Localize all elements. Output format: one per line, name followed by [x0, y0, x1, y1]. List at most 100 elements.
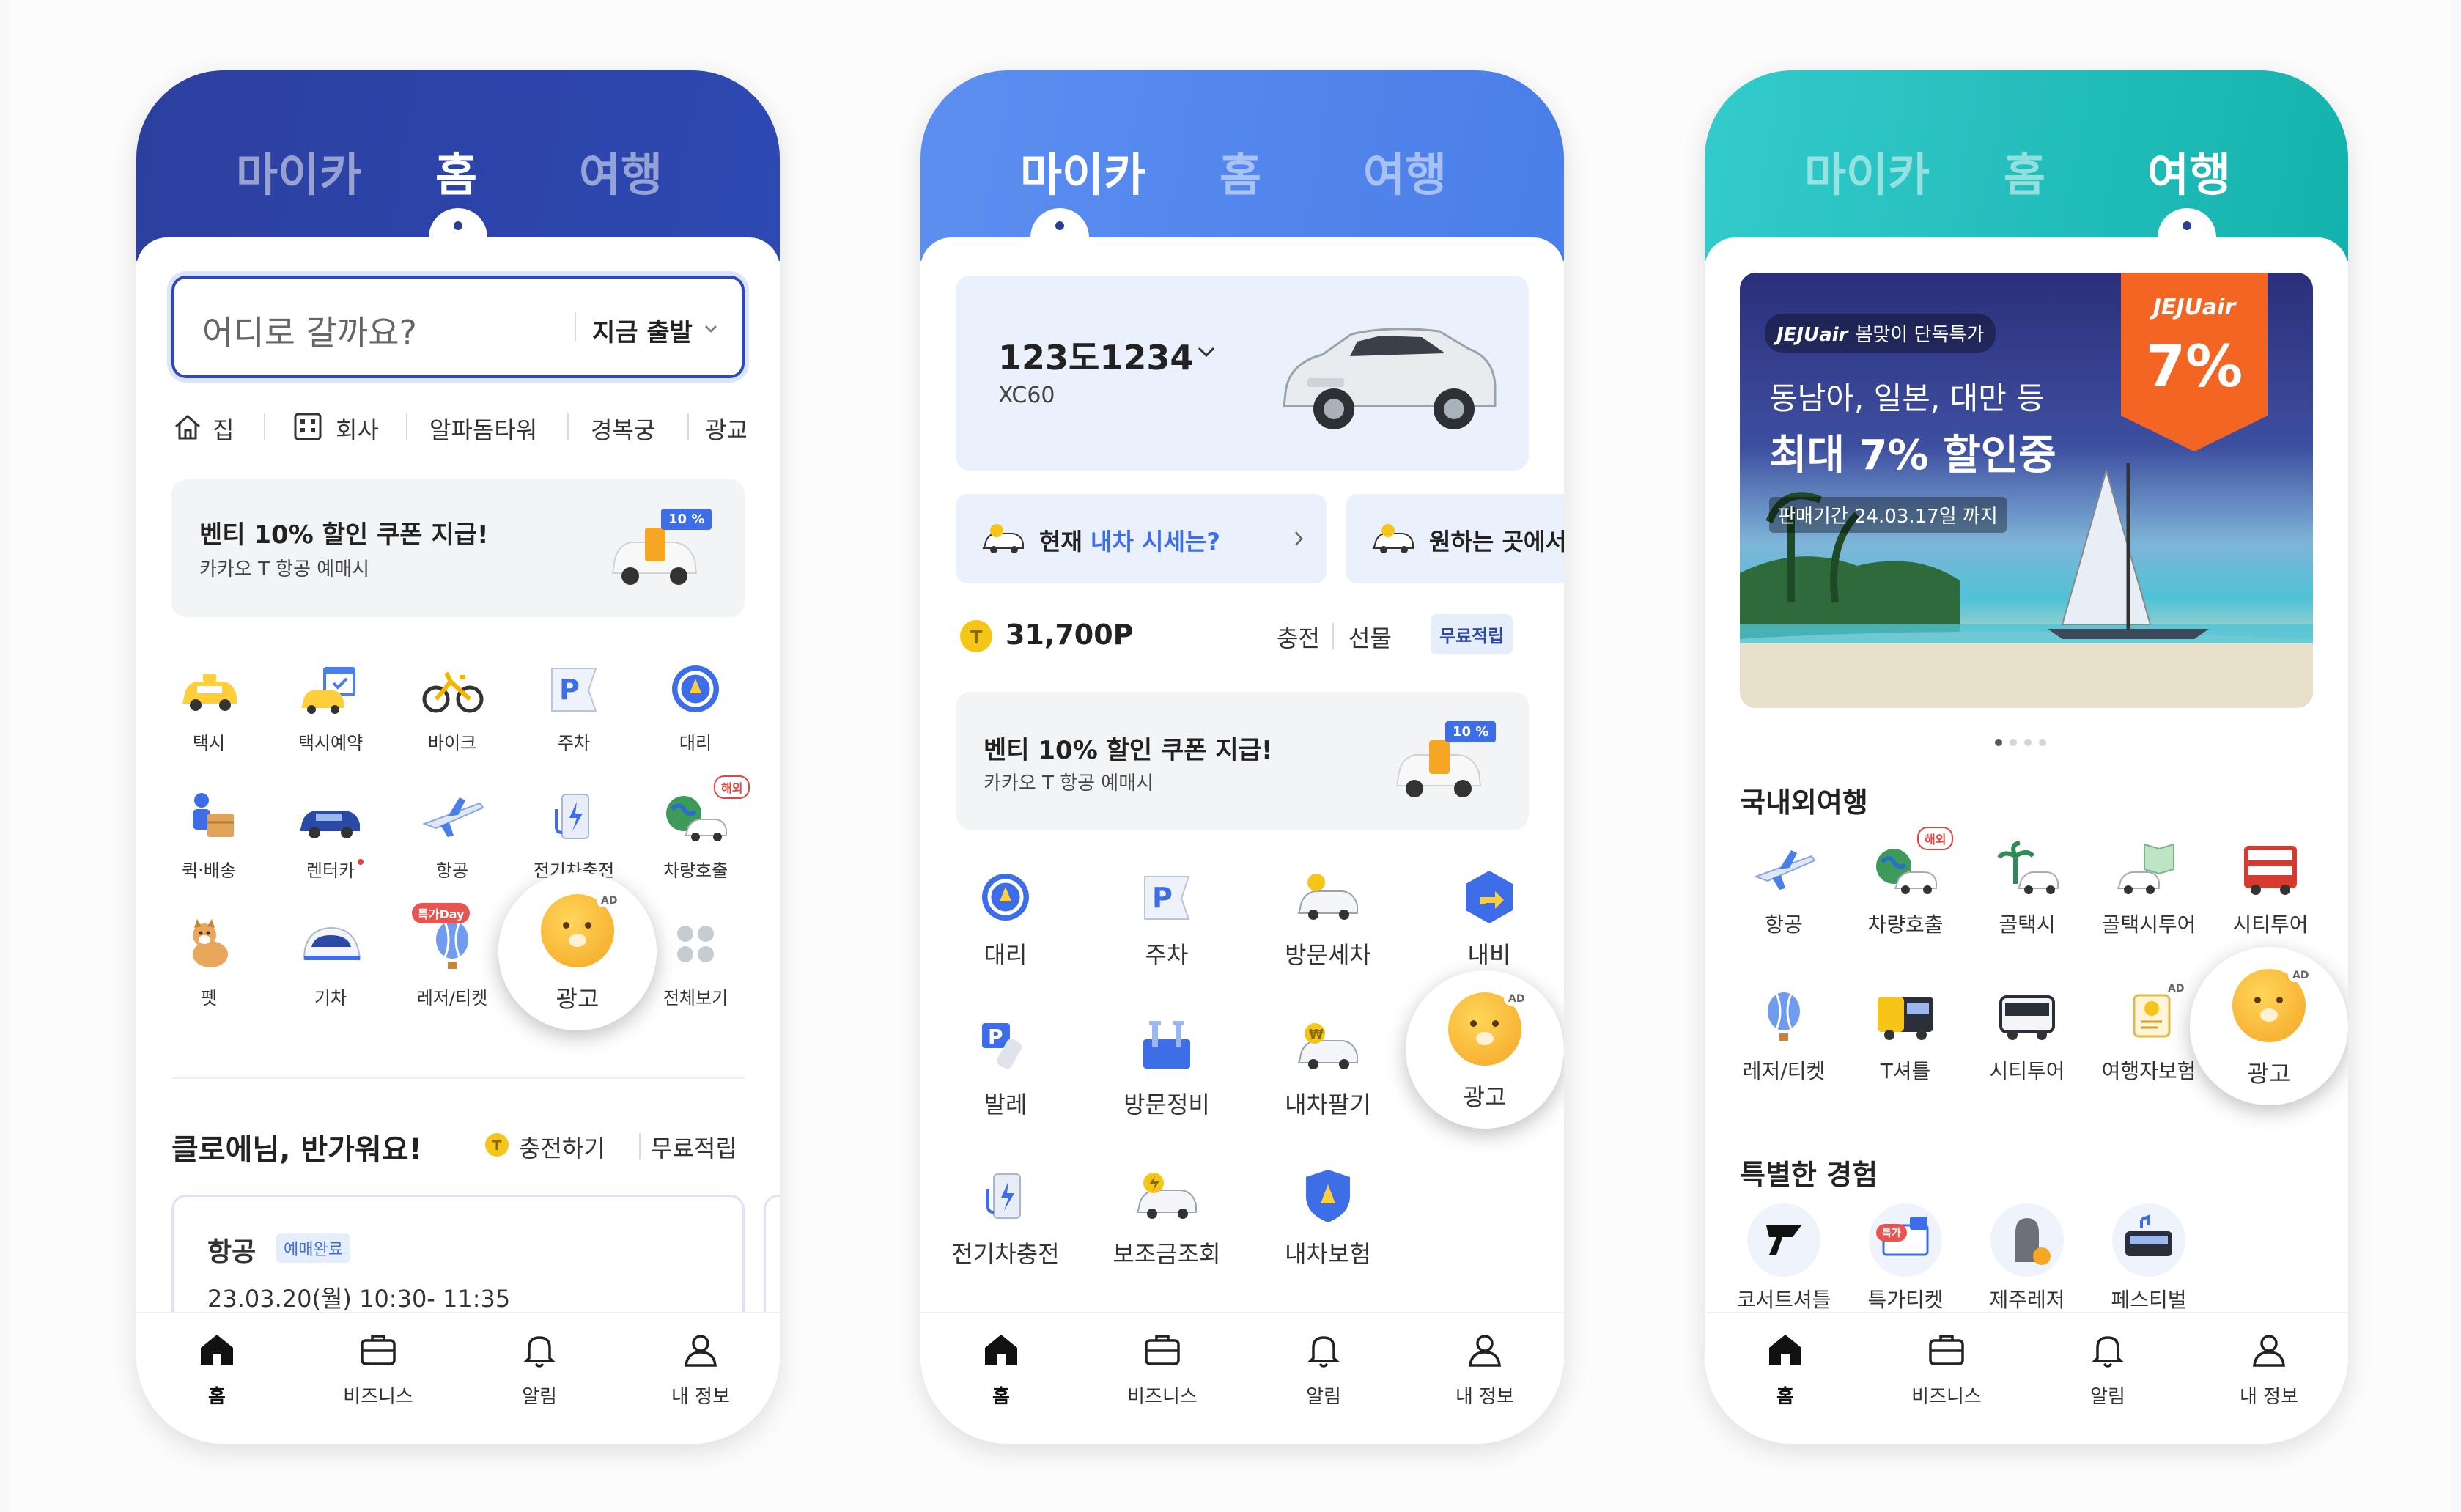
service-subsidy-lookup[interactable]: 보조금조회 — [1105, 1167, 1228, 1269]
tab-travel[interactable]: 여행 — [2147, 138, 2231, 204]
charge-link[interactable]: 충전 — [1277, 620, 1320, 654]
experience-special-ticket[interactable]: 특가티켓 특가 — [1847, 1203, 1964, 1313]
ad-label: 광고 — [1463, 1083, 1507, 1111]
service-sell-car[interactable]: ₩ 내차팔기 — [1266, 1017, 1390, 1120]
service-bike[interactable]: 바이크 — [397, 660, 507, 754]
divider — [687, 413, 689, 440]
tab-travel[interactable]: 여행 — [1363, 138, 1447, 204]
nav-notifications[interactable]: 알림 — [1265, 1329, 1382, 1409]
promo-banner[interactable]: 벤티 10% 할인 쿠폰 지급! 카카오 T 항공 예매시 10 % — [956, 692, 1529, 830]
nav-notifications[interactable]: 알림 — [2049, 1329, 2166, 1409]
ad-item-highlight[interactable]: AD 광고 — [1406, 970, 1564, 1129]
experience-concert-shuttle[interactable]: 코서트셔틀 — [1725, 1203, 1842, 1313]
promo-carousel-banner[interactable]: JEJUair 봄맞이 단독특가 동남아, 일본, 대만 등 최대 7% 할인중 … — [1740, 273, 2313, 708]
tab-home[interactable]: 홈 — [2004, 138, 2045, 204]
service-car-insurance[interactable]: 내차보험 — [1266, 1167, 1390, 1269]
carousel-dot[interactable] — [2039, 739, 2046, 746]
free-points-button[interactable]: 무료적립 — [1431, 614, 1513, 654]
market-price-banner[interactable]: 현재 내차 시세는? — [956, 494, 1327, 583]
service-leisure-ticket[interactable]: 레저/티켓 특가Day — [397, 903, 507, 1009]
home-icon — [1769, 1335, 1801, 1365]
service-ev-charging[interactable]: 전기차충전 — [519, 787, 629, 882]
service-leisure-ticket[interactable]: 레저/티켓 — [1725, 987, 1842, 1085]
service-quick-delivery[interactable]: 퀵·배송 — [154, 787, 264, 882]
quick-place-home[interactable]: 집 — [213, 412, 234, 446]
service-ev-charging[interactable]: 전기차충전 — [944, 1167, 1067, 1269]
service-taxi-reservation[interactable]: 택시예약 — [276, 660, 385, 754]
tab-mycar[interactable]: 마이카 — [1804, 138, 1930, 204]
service-label: 골택시 — [1999, 912, 2056, 937]
nav-business[interactable]: 비즈니스 — [1888, 1329, 2005, 1409]
service-golf-taxi-tour[interactable]: 골택시투어 — [2090, 840, 2207, 938]
anywhere-banner[interactable]: 원하는 곳에서 — [1346, 494, 1564, 583]
ad-item-highlight[interactable]: AD 광고 — [498, 872, 657, 1030]
tab-mycar[interactable]: 마이카 — [236, 138, 361, 204]
travel-content: JEJUair 봄맞이 단독특가 동남아, 일본, 대만 등 최대 7% 할인중 … — [1705, 237, 2348, 1388]
service-driver[interactable]: 대리 — [641, 660, 750, 754]
charge-link[interactable]: 충전하기 — [519, 1130, 605, 1164]
car-icon — [300, 811, 360, 838]
service-parking[interactable]: P 주차 — [1105, 868, 1228, 970]
service-train[interactable]: 기차 — [276, 915, 385, 1009]
service-car-call[interactable]: 차량호출 해외 — [641, 775, 750, 882]
service-parking[interactable]: P 주차 — [519, 660, 629, 754]
section-title-travel: 국내외여행 — [1740, 786, 1868, 819]
search-input[interactable]: 어디로 갈까요? — [202, 306, 417, 355]
promo-banner[interactable]: 벤티 10% 할인 쿠폰 지급! 카카오 T 항공 예매시 10 % — [171, 479, 745, 617]
service-visit-maintenance[interactable]: 방문정비 — [1105, 1017, 1228, 1120]
nav-home[interactable]: 홈 — [1727, 1329, 1844, 1409]
service-golf-taxi[interactable]: 골택시 — [1969, 840, 2086, 938]
nav-home[interactable]: 홈 — [158, 1329, 276, 1409]
carousel-dot[interactable] — [2024, 739, 2032, 746]
service-car-call[interactable]: 차량호출 해외 — [1847, 827, 1964, 938]
experience-label: 코서트셔틀 — [1736, 1288, 1831, 1312]
beach-illustration — [1740, 463, 2313, 708]
service-valet[interactable]: P 발레 — [944, 1017, 1067, 1120]
nav-business[interactable]: 비즈니스 — [1104, 1329, 1221, 1409]
service-view-all[interactable]: 전체보기 — [641, 915, 750, 1009]
service-driver[interactable]: 대리 — [944, 868, 1067, 970]
tab-travel[interactable]: 여행 — [579, 138, 663, 204]
carousel-dot[interactable] — [2010, 739, 2017, 746]
gift-link[interactable]: 선물 — [1348, 620, 1392, 654]
ribbon-percent: 7% — [2145, 334, 2243, 400]
depart-time-select[interactable]: 지금 출발 — [592, 312, 693, 348]
quick-place[interactable]: 광교 — [705, 412, 746, 446]
service-t-shuttle[interactable]: T셔틀 — [1847, 987, 1964, 1085]
nav-notifications[interactable]: 알림 — [481, 1329, 598, 1409]
service-pet[interactable]: 펫 — [154, 915, 264, 1009]
ad-item-highlight[interactable]: AD 광고 — [2190, 947, 2348, 1105]
service-car-wash[interactable]: 방문세차 — [1266, 868, 1390, 970]
experience-jeju-leisure[interactable]: 제주레저 — [1969, 1203, 2086, 1313]
experience-festival[interactable]: 페스티벌 — [2090, 1203, 2207, 1313]
carousel-dot-active[interactable] — [1995, 739, 2002, 746]
service-city-tour-bus[interactable]: 시티투어 — [1969, 987, 2086, 1085]
tab-home[interactable]: 홈 — [1220, 138, 1261, 204]
banner-text: 현재 내차 시세는? — [1039, 523, 1220, 557]
briefcase-icon — [1145, 1335, 1180, 1365]
quick-place-office[interactable]: 회사 — [336, 412, 379, 446]
nav-business[interactable]: 비즈니스 — [320, 1329, 437, 1409]
nav-home[interactable]: 홈 — [942, 1329, 1060, 1409]
service-flight[interactable]: 항공 — [1725, 840, 1842, 938]
quick-place[interactable]: 경복궁 — [591, 412, 655, 446]
tab-home[interactable]: 홈 — [435, 138, 477, 204]
service-city-tour[interactable]: 시티투어 — [2212, 840, 2329, 938]
hot-air-balloon-icon — [1768, 992, 1800, 1041]
nav-my-info[interactable]: 내 정보 — [1426, 1329, 1543, 1409]
service-rentcar[interactable]: 렌터카 — [276, 787, 385, 882]
nav-my-info[interactable]: 내 정보 — [2210, 1329, 2328, 1409]
greeting-title: 클로에님, 반가워요! — [171, 1133, 422, 1167]
car-card[interactable]: 123도1234 XC60 — [956, 276, 1529, 471]
service-taxi[interactable]: 택시 — [154, 660, 264, 754]
service-label: 기차 — [314, 988, 347, 1008]
search-box[interactable]: 어디로 갈까요? 지금 출발 — [171, 276, 745, 378]
quick-place[interactable]: 알파돔타워 — [429, 412, 537, 446]
nav-my-info[interactable]: 내 정보 — [642, 1329, 759, 1409]
ad-label: 광고 — [556, 985, 599, 1013]
service-navigation[interactable]: 내비 — [1428, 868, 1551, 970]
service-label: 내차팔기 — [1285, 1091, 1371, 1118]
free-points-link[interactable]: 무료적립 — [651, 1130, 737, 1164]
tab-mycar[interactable]: 마이카 — [1020, 138, 1145, 204]
service-flight[interactable]: 항공 — [397, 787, 507, 882]
